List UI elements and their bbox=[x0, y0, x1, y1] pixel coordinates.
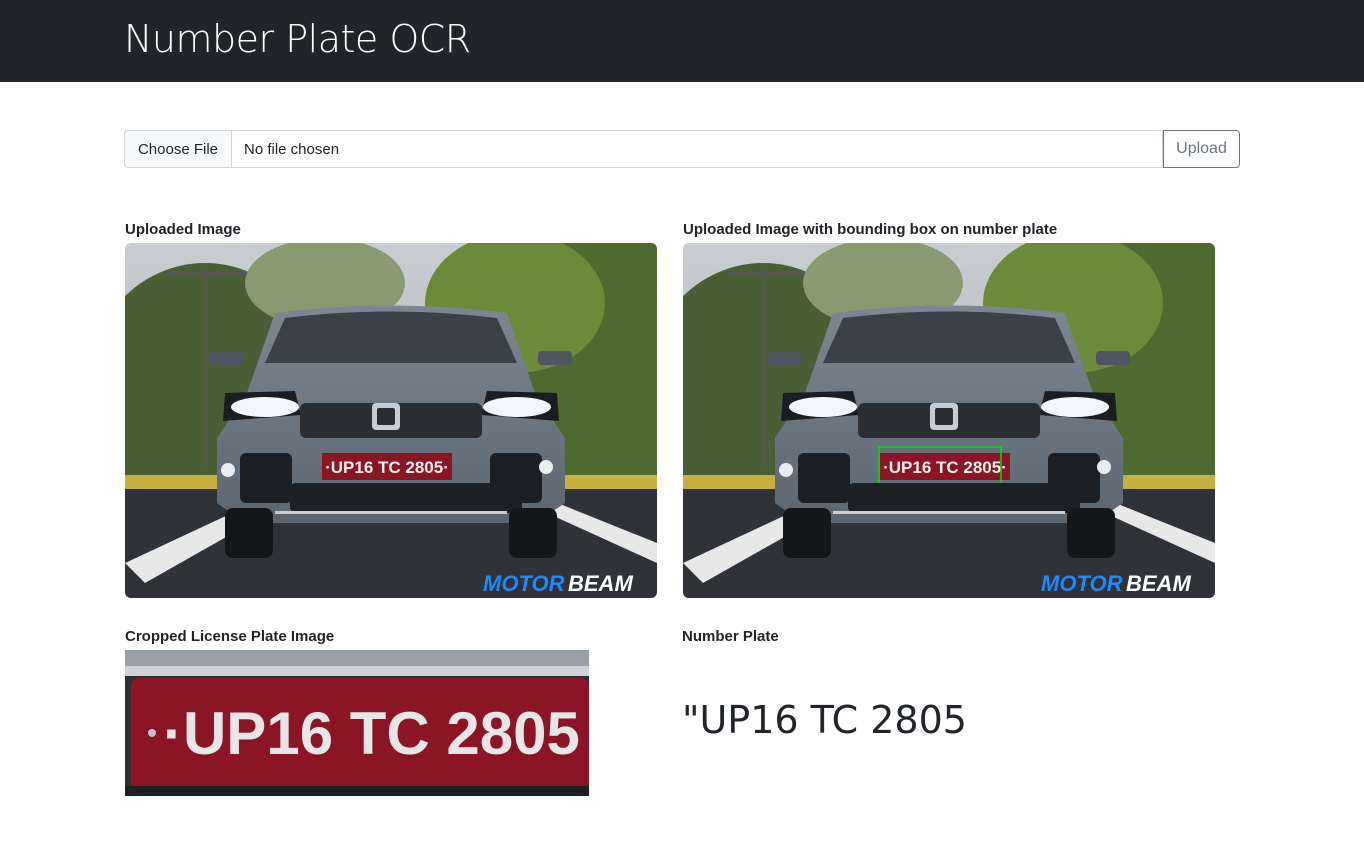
watermark-left: MOTOR bbox=[1041, 571, 1123, 596]
watermark-right: BEAM bbox=[1126, 571, 1191, 596]
watermark-left: MOTOR bbox=[483, 571, 565, 596]
number-plate-heading: Number Plate bbox=[682, 628, 779, 645]
file-input[interactable]: No file chosen bbox=[231, 130, 1163, 168]
bbox-image-heading: Uploaded Image with bounding box on numb… bbox=[683, 221, 1058, 238]
cropped-image-heading: Cropped License Plate Image bbox=[125, 628, 335, 645]
bbox-image: ·UP16 TC 2805· MOTOR BEAM bbox=[683, 243, 1215, 598]
uploaded-image-heading: Uploaded Image bbox=[125, 221, 241, 238]
upload-button[interactable]: Upload bbox=[1163, 130, 1240, 168]
ocr-result: "UP16 TC 2805 bbox=[682, 698, 967, 742]
choose-file-button[interactable]: Choose File bbox=[124, 130, 231, 168]
cropped-plate-text: ·UP16 TC 2805 bbox=[163, 700, 580, 767]
plate-text: ·UP16 TC 2805· bbox=[883, 458, 1007, 477]
plate-text: ·UP16 TC 2805· bbox=[325, 458, 449, 477]
navbar: Number Plate OCR bbox=[0, 0, 1364, 82]
upload-form: Choose File No file chosen Upload bbox=[124, 130, 1240, 168]
app-title[interactable]: Number Plate OCR bbox=[124, 17, 471, 61]
uploaded-image: ·UP16 TC 2805· MOTOR BEAM bbox=[125, 243, 657, 598]
watermark-right: BEAM bbox=[568, 571, 633, 596]
cropped-plate-image: ·UP16 TC 2805 bbox=[125, 650, 589, 796]
